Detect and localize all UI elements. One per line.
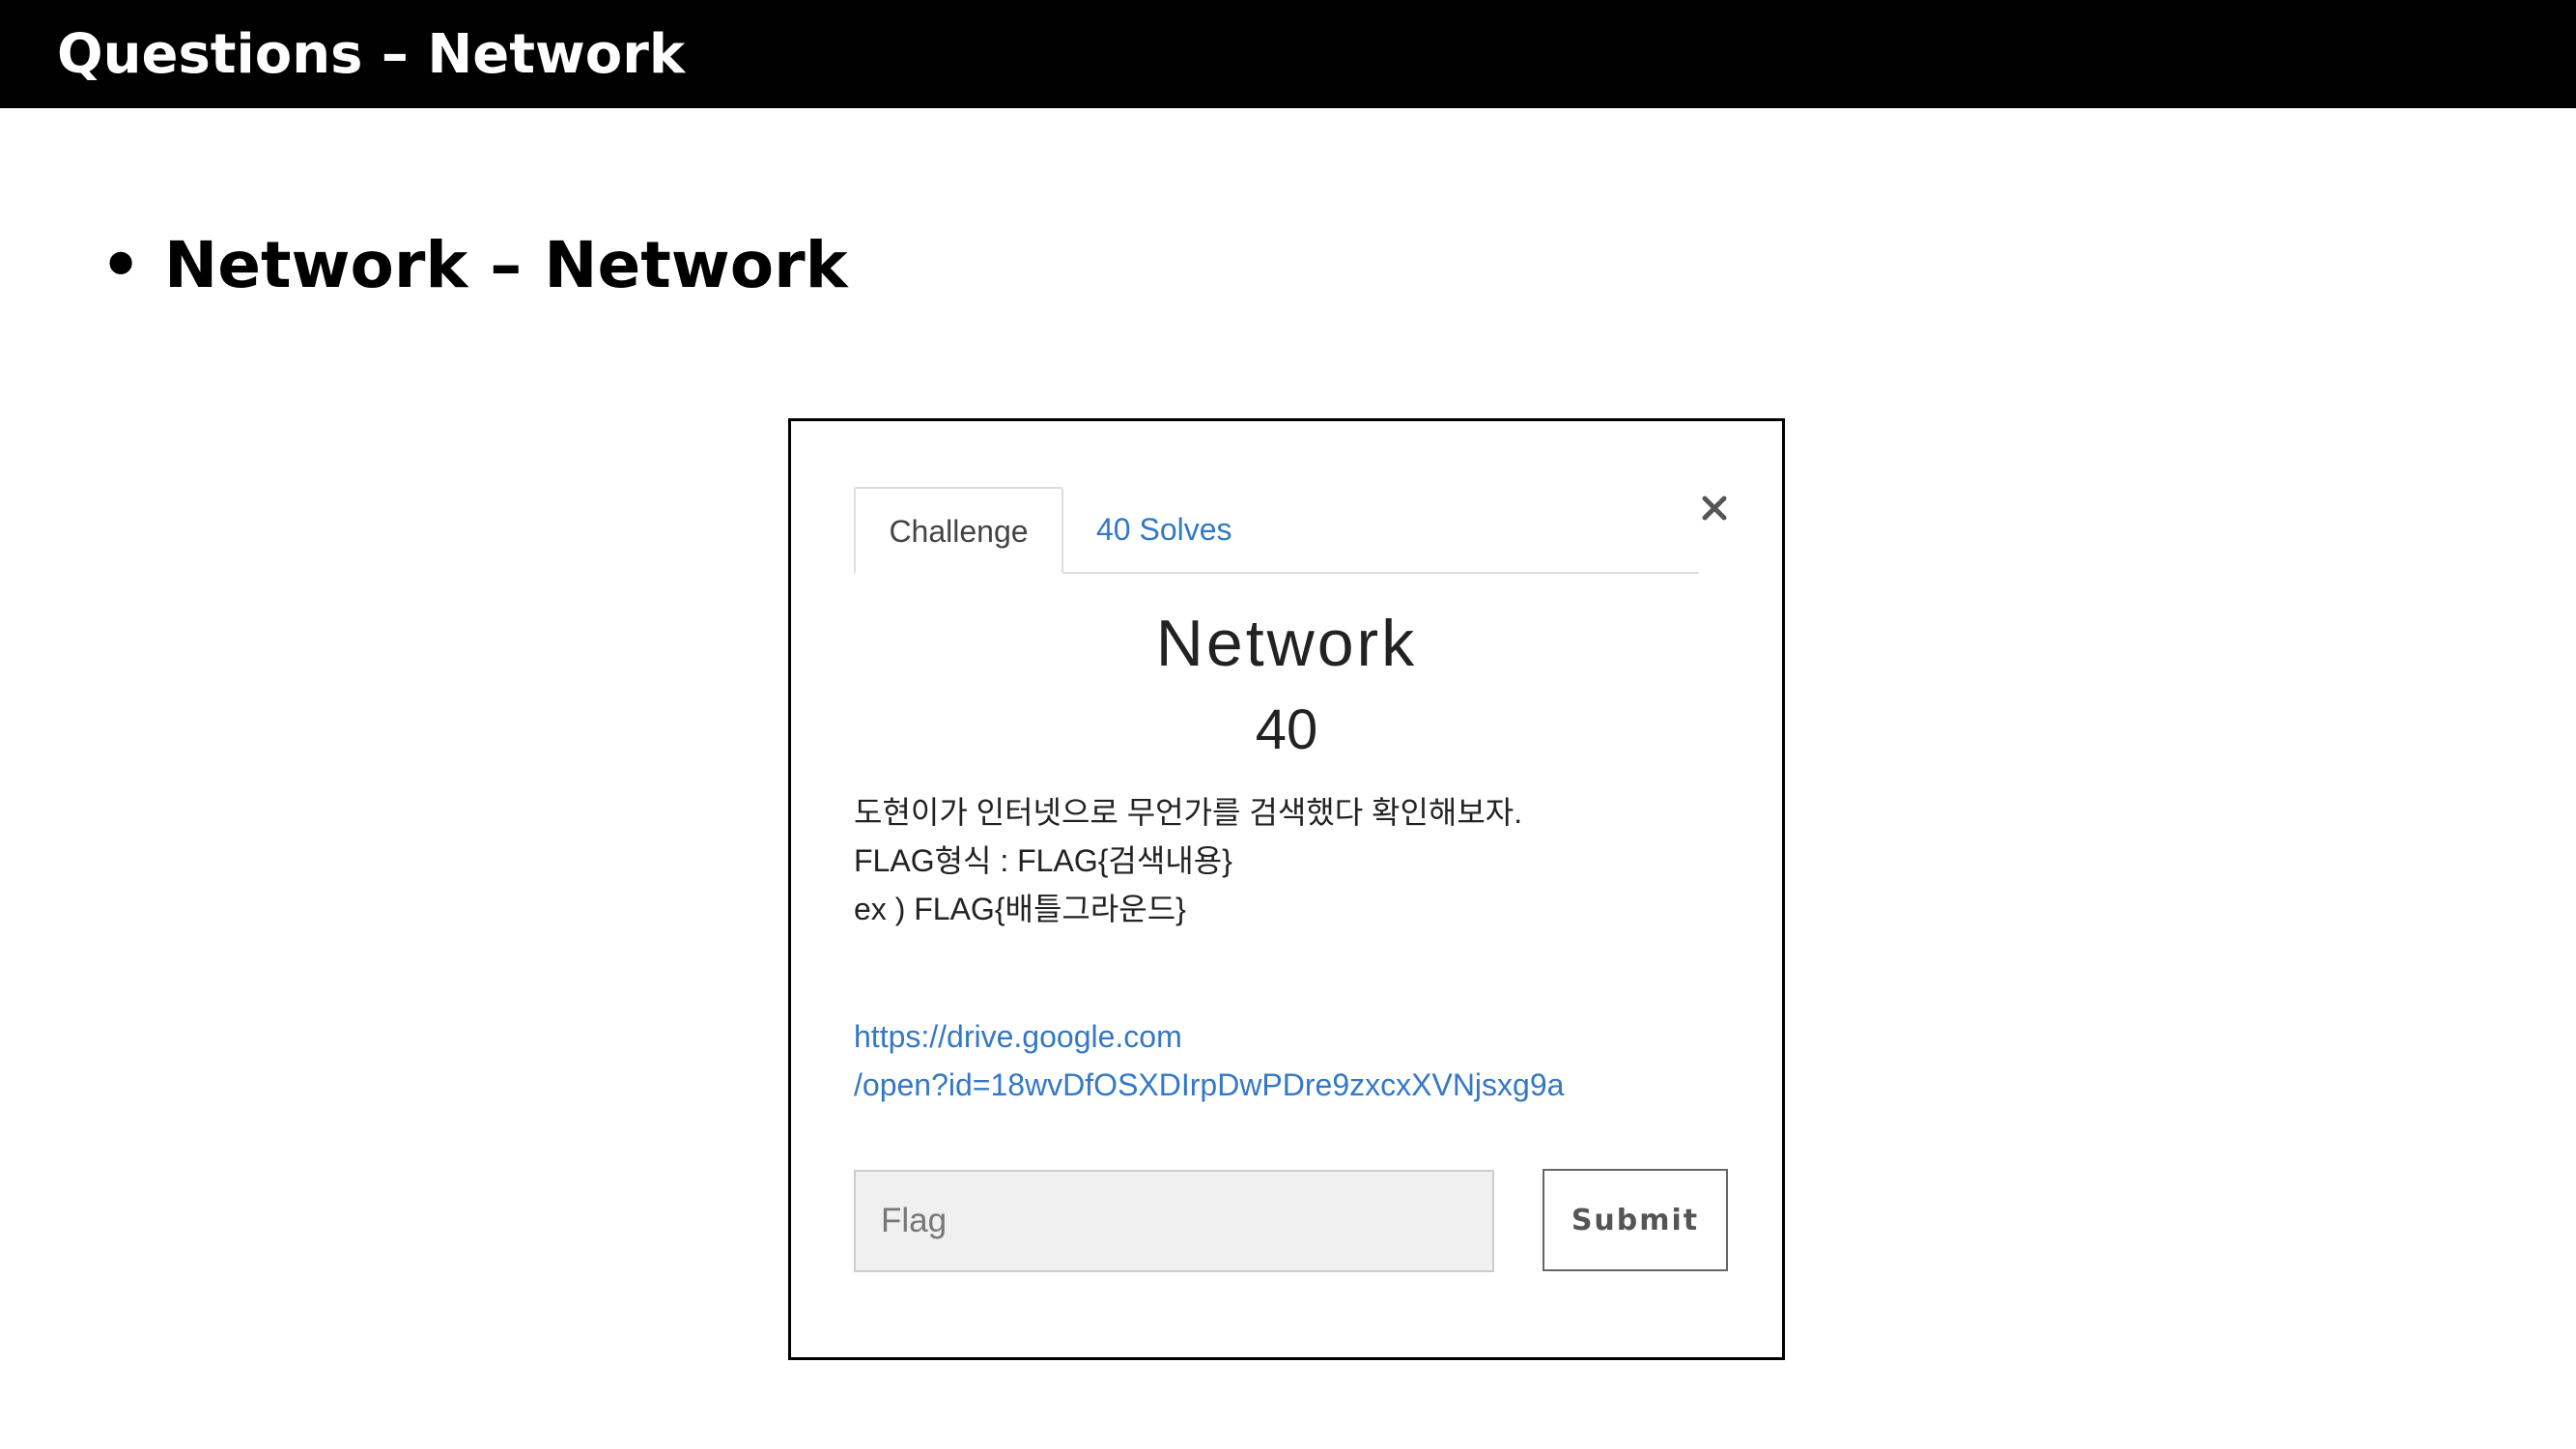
tab-challenge[interactable]: Challenge xyxy=(854,487,1063,574)
download-link[interactable]: https://drive.google.com /open?id=18wvDf… xyxy=(854,1012,1723,1109)
description-line: 도현이가 인터넷으로 무언가를 검색했다 확인해보자. xyxy=(854,795,1523,830)
submit-button[interactable]: Submit xyxy=(1543,1169,1728,1271)
section-heading-text: Network – Network xyxy=(164,228,848,302)
page-title: Questions – Network xyxy=(57,23,686,86)
tab-solves[interactable]: 40 Solves xyxy=(1063,487,1265,572)
description-line: FLAG형식 : FLAG{검색내용} xyxy=(854,843,1232,878)
challenge-description: 도현이가 인터넷으로 무언가를 검색했다 확인해보자. FLAG형식 : FLA… xyxy=(854,788,1723,933)
description-line: ex ) FLAG{배틀그라운드} xyxy=(854,892,1186,926)
header-bar: Questions – Network xyxy=(0,0,2576,108)
bullet-mark: • xyxy=(100,228,142,302)
modal-tabs: Challenge 40 Solves xyxy=(854,487,1699,574)
close-button[interactable] xyxy=(1695,489,1734,527)
flag-input[interactable] xyxy=(854,1170,1494,1272)
challenge-value: 40 xyxy=(1255,698,1318,761)
challenge-modal: Challenge 40 Solves Network 40 도현이가 인터넷으… xyxy=(788,418,1785,1360)
download-link-line[interactable]: https://drive.google.com xyxy=(854,1012,1723,1061)
section-heading: • Network – Network xyxy=(100,227,848,304)
download-link-line[interactable]: /open?id=18wvDfOSXDIrpDwPDre9zxcxXVNjsxg… xyxy=(854,1061,1723,1109)
close-icon xyxy=(1702,496,1727,521)
challenge-name: Network xyxy=(1155,607,1418,680)
